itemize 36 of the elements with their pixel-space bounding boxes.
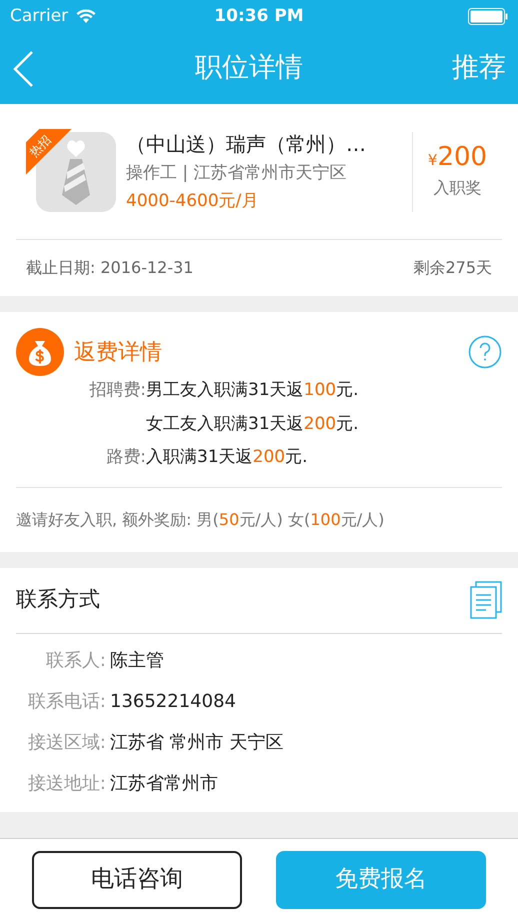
invite-reward: 邀请好友入职, 额外奖励: 男(50元/人) 女(100元/人) <box>16 508 384 530</box>
tie-icon <box>61 138 91 204</box>
contact-label: 接送区域: <box>26 730 106 754</box>
recommend-button[interactable]: 推荐 <box>446 48 506 89</box>
job-title: （中山送）瑞声（常州）… <box>126 131 367 158</box>
fee-detail: 入职满31天返200元. <box>146 446 308 469</box>
contact-label: 接送地址: <box>26 772 106 796</box>
rebate-title: 返费详情 <box>74 338 162 366</box>
document-icon[interactable] <box>470 581 502 619</box>
help-icon[interactable] <box>468 335 502 369</box>
contact-value: 江苏省常州市 <box>110 772 218 796</box>
salary: 4000-4600元/月 <box>126 190 260 212</box>
contact-value: 陈主管 <box>110 648 164 672</box>
days-remaining: 剩余275天 <box>413 257 492 279</box>
signup-button[interactable]: 免费报名 <box>276 850 486 908</box>
back-icon <box>12 50 34 88</box>
fee-detail: 男工友入职满31天返100元. <box>146 379 358 402</box>
contact-value: 江苏省 常州市 天宁区 <box>110 730 284 754</box>
nav-title: 职位详情 <box>195 51 303 86</box>
contact-label: 联系人: <box>44 648 106 672</box>
contact-value: 13652214084 <box>110 690 236 714</box>
phone-button[interactable]: 电话咨询 <box>32 850 242 908</box>
status-time: 10:36 PM <box>214 4 304 28</box>
wifi-icon <box>76 9 96 24</box>
bonus-amount: ¥200 <box>428 144 488 170</box>
job-subtitle: 操作工 | 江苏省常州市天宁区 <box>126 162 348 185</box>
bonus-label: 入职奖 <box>434 176 482 198</box>
contact-title: 联系方式 <box>16 586 100 614</box>
money-bag-icon <box>16 328 64 376</box>
fee-label: 路费: <box>106 447 146 467</box>
battery-icon <box>468 8 508 25</box>
carrier-label: Carrier <box>10 4 68 28</box>
fee-label: 招聘费: <box>89 380 146 400</box>
fee-detail: 女工友入职满31天返200元. <box>146 412 358 436</box>
deadline: 截止日期: 2016-12-31 <box>26 257 194 279</box>
contact-label: 联系电话: <box>26 690 106 714</box>
